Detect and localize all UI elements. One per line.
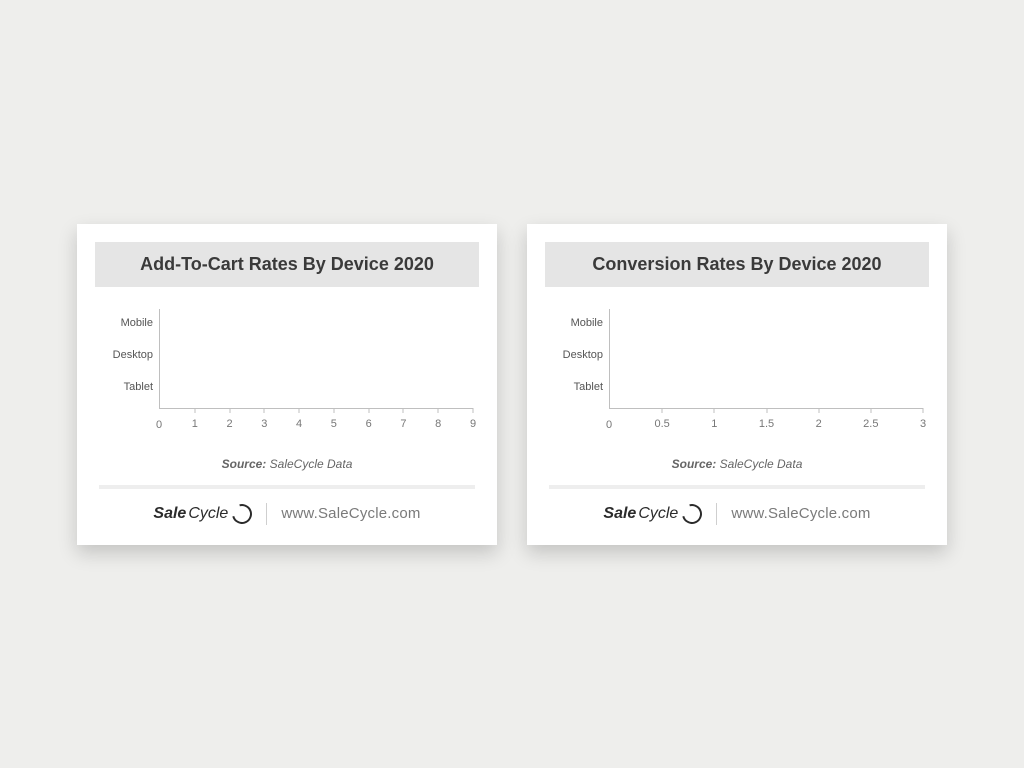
x-tick-label: 0.5 — [654, 418, 669, 430]
x-tick-label: 0 — [156, 419, 162, 431]
x-tick-label: 1 — [192, 418, 198, 430]
source-prefix: Source: — [222, 457, 267, 471]
bar-value-label: 1.81% — [614, 311, 645, 335]
brand-url: www.SaleCycle.com — [281, 505, 420, 522]
bar-value-label: 4.35% — [164, 343, 195, 367]
divider — [99, 485, 475, 489]
y-tick-label: Tablet — [95, 381, 153, 393]
x-tick-label: 5 — [331, 418, 337, 430]
y-tick-label: Desktop — [95, 349, 153, 361]
y-tick-label: Tablet — [545, 381, 603, 393]
chart-card-add-to-cart: Add-To-Cart Rates By Device 2020 Mobile … — [77, 224, 497, 545]
brand-url: www.SaleCycle.com — [731, 505, 870, 522]
logo-text: Cycle — [188, 505, 228, 523]
x-tick-label: 6 — [366, 418, 372, 430]
cycle-icon — [679, 500, 706, 527]
divider — [716, 503, 717, 525]
x-tick-label: 3 — [261, 418, 267, 430]
salecycle-logo: SaleCycle — [603, 504, 702, 524]
source-prefix: Source: — [672, 457, 717, 471]
logo-text: Sale — [153, 505, 186, 523]
chart-source: Source: SaleCycle Data — [95, 457, 479, 471]
logo-text: Sale — [603, 505, 636, 523]
y-tick-label: Desktop — [545, 349, 603, 361]
source-text: SaleCycle Data — [270, 457, 353, 471]
chart-area: Mobile Desktop Tablet 8.96% 4.35% 8.30% — [95, 309, 479, 439]
bar-value-label: 8.96% — [164, 311, 195, 335]
chart-card-conversion: Conversion Rates By Device 2020 Mobile D… — [527, 224, 947, 545]
chart-source: Source: SaleCycle Data — [545, 457, 929, 471]
bar-value-label: 8.30% — [164, 375, 195, 399]
source-text: SaleCycle Data — [720, 457, 803, 471]
cycle-icon — [229, 500, 256, 527]
brand-row: SaleCycle www.SaleCycle.com — [545, 503, 929, 535]
chart-title: Conversion Rates By Device 2020 — [545, 242, 929, 287]
brand-row: SaleCycle www.SaleCycle.com — [95, 503, 479, 535]
chart-title: Add-To-Cart Rates By Device 2020 — [95, 242, 479, 287]
page: Add-To-Cart Rates By Device 2020 Mobile … — [0, 0, 1024, 768]
salecycle-logo: SaleCycle — [153, 504, 252, 524]
x-tick-label: 0 — [606, 419, 612, 431]
x-tick-label: 8 — [435, 418, 441, 430]
bar-value-label: 2.92% — [614, 375, 645, 399]
divider — [266, 503, 267, 525]
x-tick-label: 4 — [296, 418, 302, 430]
bar-value-label: 1.98% — [614, 343, 645, 367]
x-tick-label: 2.5 — [863, 418, 878, 430]
x-tick-label: 7 — [400, 418, 406, 430]
plot-area: 8.96% 4.35% 8.30% 1 2 3 4 5 6 7 8 — [159, 309, 473, 409]
chart-area: Mobile Desktop Tablet 1.81% 1.98% 2.92% … — [545, 309, 929, 439]
x-tick-label: 3 — [920, 418, 926, 430]
x-tick-label: 9 — [470, 418, 476, 430]
x-tick-label: 1 — [711, 418, 717, 430]
divider — [549, 485, 925, 489]
logo-text: Cycle — [638, 505, 678, 523]
x-tick-label: 2 — [816, 418, 822, 430]
x-tick-label: 1.5 — [759, 418, 774, 430]
y-tick-label: Mobile — [95, 317, 153, 329]
plot-area: 1.81% 1.98% 2.92% 0.5 1 1.5 2 2.5 3 — [609, 309, 923, 409]
y-tick-label: Mobile — [545, 317, 603, 329]
x-tick-label: 2 — [226, 418, 232, 430]
